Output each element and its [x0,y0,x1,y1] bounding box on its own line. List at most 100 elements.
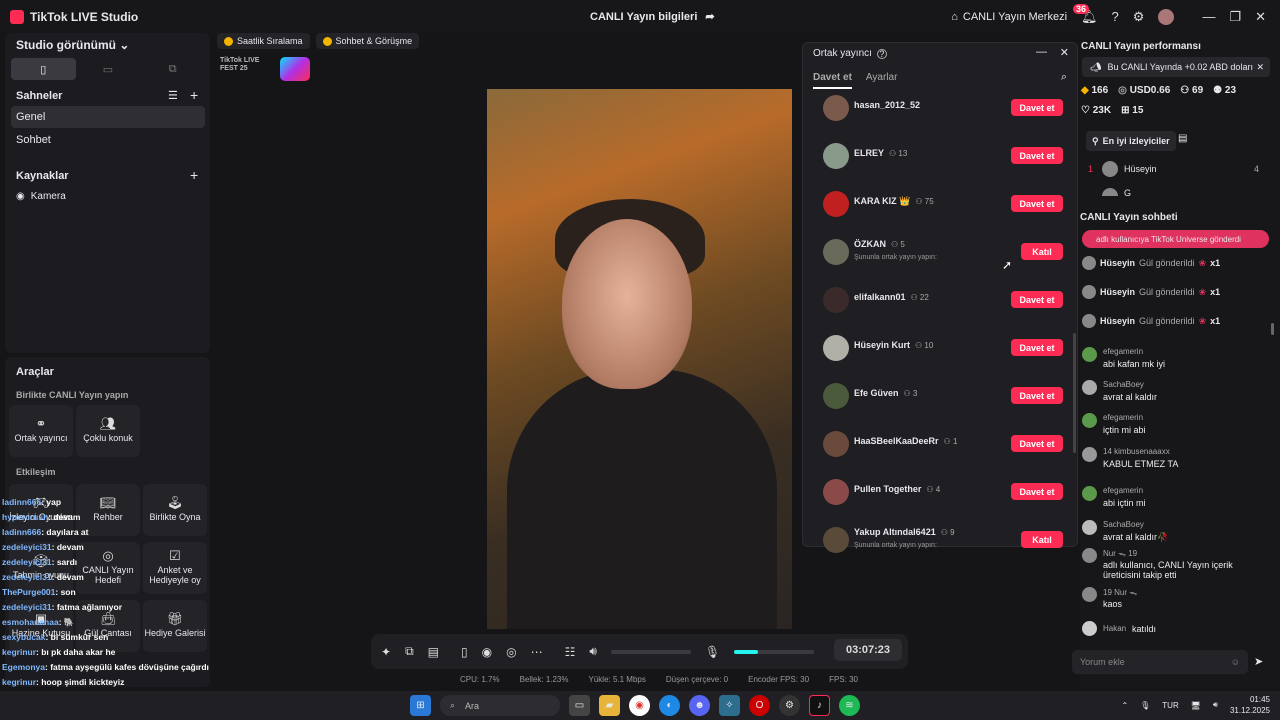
spotify-icon[interactable]: ≋ [839,695,860,716]
livefest-banner[interactable]: TikTok LIVE FEST 25 [220,57,310,81]
network-icon[interactable]: 🖥︎ [1191,701,1201,710]
landscape-layout-button[interactable]: ▭ [76,58,141,80]
chat-meeting-chip[interactable]: Sohbet & Görüşme [315,33,420,49]
help-icon[interactable]: ? [1112,9,1119,24]
opera-icon[interactable]: O [749,695,770,716]
mic-level-bar[interactable] [734,649,815,654]
portrait-layout-button[interactable]: ▯ [11,58,76,80]
more-icon[interactable]: ⋯ [531,645,543,659]
tab-settings[interactable]: Ayarlar [866,72,898,89]
invite-button[interactable]: Davet et [1011,291,1063,308]
tiktok-studio-icon[interactable]: ♪ [809,695,830,716]
invite-button[interactable]: Davet et [1011,339,1063,356]
effects-icon[interactable]: ⧉ [405,644,414,659]
gift-user[interactable]: Hüseyin [1100,258,1135,268]
invite-button[interactable]: Davet et [1011,483,1063,500]
dual-layout-button[interactable]: ⧉ [140,58,205,80]
magic-icon[interactable]: ✦ [381,645,391,659]
chat-text: avrat al kaldır🥀 [1103,532,1169,542]
list-icon[interactable]: ▤ [1178,133,1187,144]
invite-button[interactable]: Davet et [1011,387,1063,404]
comment-input[interactable]: Yorum ekle ☺ [1072,650,1248,674]
replay-icon[interactable]: ◎ [506,645,516,659]
list-icon[interactable]: ☰ [168,89,178,102]
media-icon[interactable]: ▤ [428,645,439,659]
file-explorer-icon[interactable]: ▰ [599,695,620,716]
overlay-chat-line: ladinn666: yap [2,495,242,510]
edge-icon[interactable]: ◐ [659,695,680,716]
tab-invite[interactable]: Davet et [813,72,852,89]
maximize-icon[interactable]: ❐ [1229,9,1241,25]
add-scene-button[interactable]: + [190,87,198,103]
invite-button[interactable]: Davet et [1011,435,1063,452]
mixer-icon[interactable]: ☷ [565,645,576,659]
speaker-icon[interactable]: 🔊︎ [589,644,597,659]
scrollbar[interactable] [1073,333,1076,453]
join-button[interactable]: Katıl [1021,531,1063,548]
source-item-camera[interactable]: ◉ Kamera [16,191,66,202]
windows-start-icon[interactable]: ⊞ [410,695,431,716]
mic-icon[interactable]: 🎙︎ [705,645,720,659]
tool-label: Ortak yayıncı [14,433,68,443]
close-icon[interactable]: ✕ [1255,9,1266,25]
chat-user[interactable]: efegamerin [1103,347,1143,356]
chat-user[interactable]: 19 Nur ᯓ [1103,587,1137,598]
gift-user[interactable]: Hüseyin [1100,287,1135,297]
chat-user[interactable]: efegamerin [1103,413,1143,422]
minimize-icon[interactable]: — [1202,9,1215,24]
invite-button[interactable]: Davet et [1011,99,1063,116]
live-center-button[interactable]: ⌂ CANLI Yayın Merkezi [951,11,1067,23]
taskbar-search[interactable]: ⌕ Ara [440,695,560,716]
chat-user[interactable]: 14 kimbusenaaaxx [1103,447,1170,456]
studio-view-dropdown[interactable]: Studio görünümü ⌄ [16,38,129,52]
scene-item-sohbet[interactable]: Sohbet [11,129,205,151]
app-icon[interactable]: ✧ [719,695,740,716]
chat-user[interactable]: Nur ᯓ 19 [1103,548,1137,559]
top-viewers-tab[interactable]: ⚲ En iyi izleyiciler [1086,131,1176,151]
scene-item-genel[interactable]: Genel [11,106,205,128]
person-face [562,219,692,389]
add-source-button[interactable]: + [190,167,198,183]
live-info-button[interactable]: CANLI Yayın bilgileri ➦ [590,10,715,24]
cohost-button[interactable]: ⚭ Ortak yayıncı [9,405,73,457]
send-icon[interactable]: ➤ [1254,655,1263,668]
chevron-up-icon[interactable]: ⌃ [1121,701,1128,710]
close-notice-icon[interactable]: ✕ [1256,62,1264,73]
mouse-cursor: ➚ [1002,258,1013,272]
overlay-chat-line: kegrinur: bı pk daha akar he [2,645,242,660]
chat-user[interactable]: Hakan [1103,624,1126,633]
mic-tray-icon[interactable]: 🎙︎ [1140,701,1150,710]
volume-slider[interactable] [610,649,691,654]
chat-scrollbar[interactable] [1271,323,1274,335]
status-item: Düşen çerçeve: 0 [665,675,729,684]
settings-app-icon[interactable]: ⚙ [779,695,800,716]
hourly-ranking-chip[interactable]: Saatlik Sıralama [217,33,310,49]
invite-button[interactable]: Davet et [1011,195,1063,212]
avatar[interactable] [1158,8,1175,25]
live-info-label: CANLI Yayın bilgileri [590,10,698,23]
minimize-popup-icon[interactable]: — [1036,46,1047,58]
search-icon[interactable]: ⌕ [1061,71,1067,84]
gift-user[interactable]: Hüseyin [1100,316,1135,326]
invite-button[interactable]: Davet et [1011,147,1063,164]
chat-user[interactable]: efegamerin [1103,486,1143,495]
language-indicator[interactable]: TUR [1162,701,1178,710]
overlay-chat-text: : bı pk daha akar he [36,647,116,657]
chrome-icon[interactable]: ◉ [629,695,650,716]
discord-icon[interactable]: ☻ [689,695,710,716]
volume-tray-icon[interactable]: 🔊︎ [1213,700,1218,710]
multi-guest-button[interactable]: 👥︎ Çoklu konuk [76,405,140,457]
join-button[interactable]: Katıl [1021,243,1063,260]
task-view-icon[interactable]: ▭ [569,695,590,716]
emoji-icon[interactable]: ☺ [1231,657,1240,667]
chat-user[interactable]: SachaBoey [1103,520,1144,529]
info-icon[interactable]: ? [876,48,887,59]
phone-icon[interactable]: ▯ [461,645,468,659]
gear-icon[interactable]: ⚙ [1133,9,1145,25]
record-icon[interactable]: ◉ [482,645,492,659]
chat-user[interactable]: SachaBoey [1103,380,1144,389]
viewer-name[interactable]: Hüseyin [1124,164,1157,174]
close-popup-icon[interactable]: ✕ [1060,46,1069,59]
viewer-name[interactable]: G [1124,189,1131,197]
clock[interactable]: 01:45 31.12.2025 [1230,694,1270,716]
